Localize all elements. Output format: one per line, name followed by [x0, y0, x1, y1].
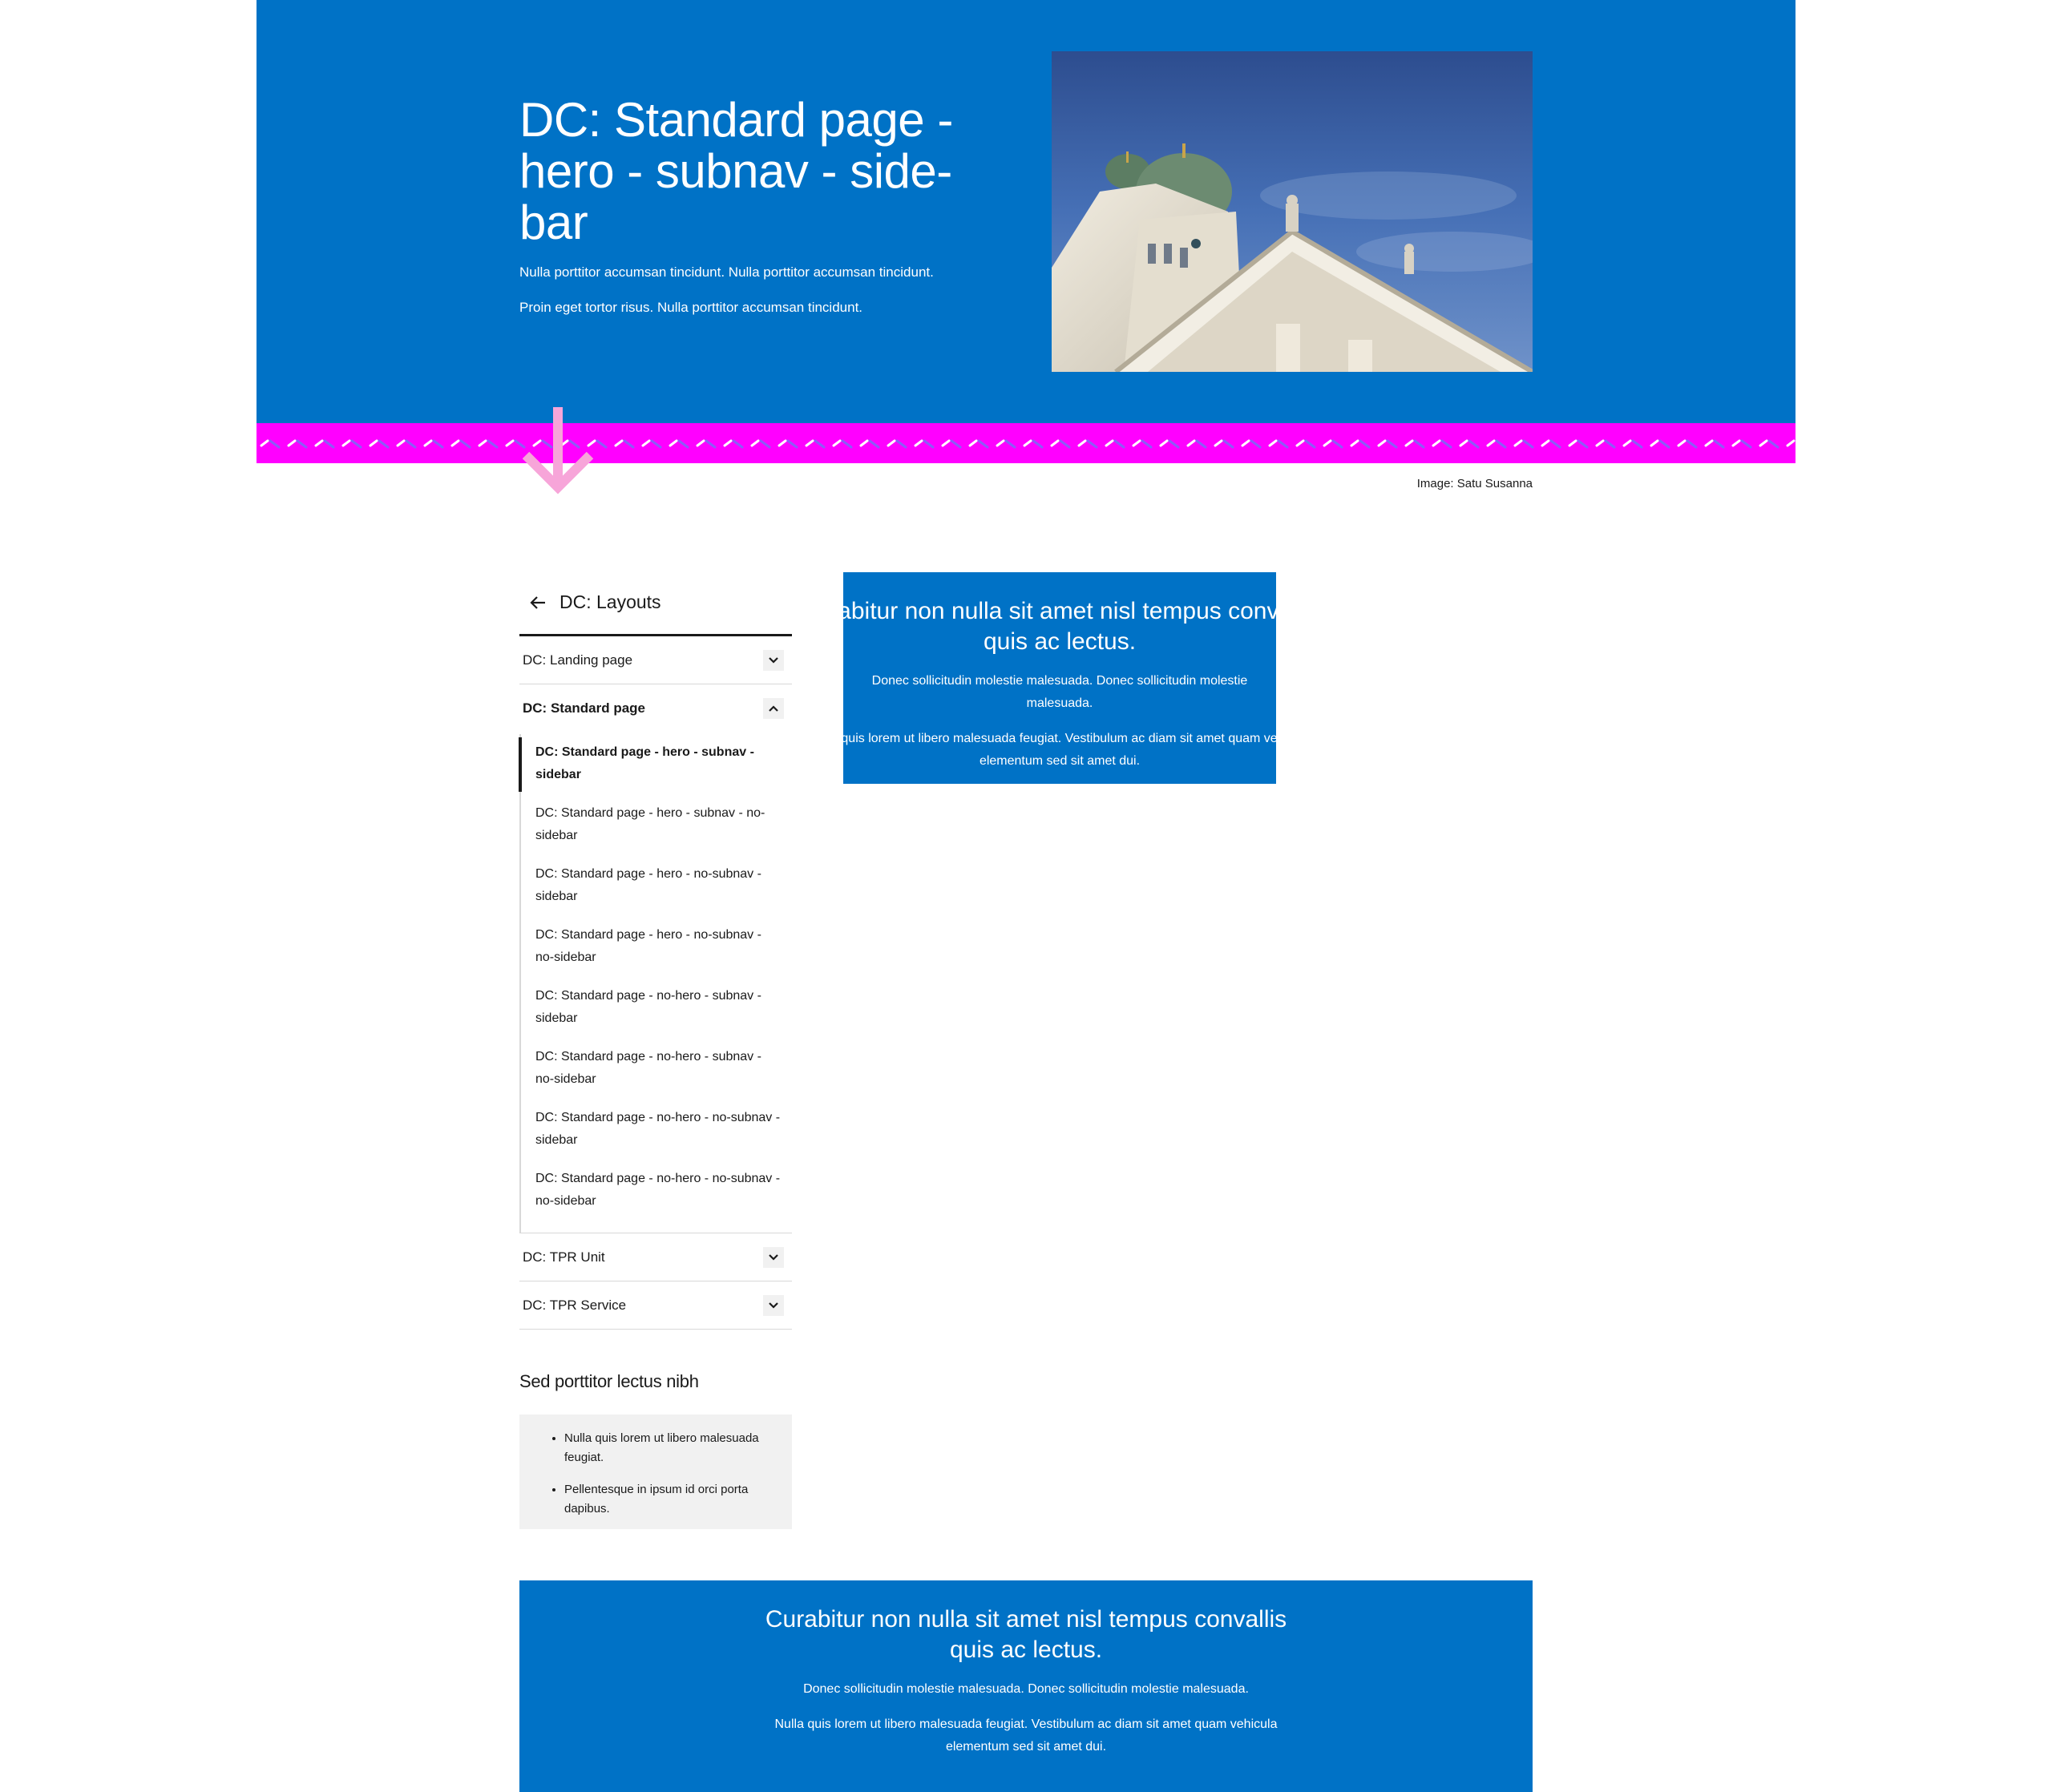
- list-item: Nulla quis lorem ut libero malesuada feu…: [564, 1429, 776, 1467]
- sidenav-item-standard-page[interactable]: DC: Standard page: [519, 684, 792, 733]
- cathedral-photo: [1052, 51, 1533, 372]
- sidebar-content-box: Nulla quis lorem ut libero malesuada feu…: [519, 1415, 792, 1529]
- banner-main: Curabitur non nulla sit amet nisl tempus…: [799, 572, 1320, 784]
- banner-title: Curabitur non nulla sit amet nisl tempus…: [798, 598, 1321, 655]
- sidenav-item-label: DC: TPR Service: [523, 1297, 627, 1313]
- sidenav-item-landing-page[interactable]: DC: Landing page: [519, 636, 792, 684]
- sidenav-subitem[interactable]: DC: Standard page - no-hero - subnav - n…: [521, 1039, 792, 1100]
- image-credit: Image: Satu Susanna: [1416, 477, 1533, 490]
- hero-paragraph: Proin eget tortor risus. Nulla porttitor…: [519, 300, 863, 315]
- arrow-down-icon: [522, 407, 594, 494]
- sidenav-subitem[interactable]: DC: Standard page - no-hero - no-subnav …: [521, 1160, 792, 1221]
- sidenav-item-tpr-service[interactable]: DC: TPR Service: [519, 1281, 792, 1330]
- sidebar-title: Sed porttitor lectus nibh: [519, 1371, 699, 1391]
- sidebar-list: Nulla quis lorem ut libero malesuada feu…: [535, 1429, 776, 1519]
- sidenav-back-label: DC: Layouts: [559, 591, 661, 612]
- sidenav-subitem[interactable]: DC: Standard page - hero - no-subnav - s…: [521, 856, 792, 917]
- chevron-up-icon[interactable]: [763, 698, 784, 719]
- sidenav-subitem[interactable]: DC: Standard page - hero - subnav - no-s…: [521, 795, 792, 856]
- sidenav-subitem[interactable]: DC: Standard page - no-hero - no-subnav …: [521, 1100, 792, 1160]
- sidenav-subitem-active[interactable]: DC: Standard page - hero - subnav - side…: [519, 734, 792, 795]
- page-title: DC: Standard page - hero - subnav - side…: [519, 93, 953, 249]
- chevron-down-icon[interactable]: [763, 649, 784, 671]
- arrow-left-icon: [530, 595, 545, 609]
- sidenav-item-label: DC: Landing page: [523, 652, 633, 668]
- side-navigation: DC: Layouts DC: Landing page DC: Standar…: [519, 571, 792, 1330]
- chevron-down-icon[interactable]: [763, 1246, 784, 1268]
- hero: DC: Standard page - hero - subnav - side…: [256, 0, 1796, 425]
- banner-paragraph: Donec sollicitudin molestie malesuada. D…: [871, 674, 1248, 710]
- banner-bottom: Curabitur non nulla sit amet nisl tempus…: [519, 1580, 1533, 1792]
- hero-text: DC: Standard page - hero - subnav - side…: [519, 95, 984, 317]
- koros-wave-divider: [256, 423, 1796, 463]
- sidenav-subitems: DC: Standard page - hero - subnav - side…: [519, 734, 792, 1233]
- sidenav-subitem[interactable]: DC: Standard page - no-hero - subnav - s…: [521, 978, 792, 1039]
- banner-paragraph: Nulla quis lorem ut libero malesuada feu…: [808, 732, 1311, 768]
- sidenav-back-link[interactable]: DC: Layouts: [519, 571, 792, 636]
- hero-paragraph: Nulla porttitor accumsan tincidunt. Null…: [519, 264, 934, 280]
- sidenav-item-label: DC: Standard page: [523, 700, 646, 716]
- chevron-down-icon[interactable]: [763, 1294, 784, 1316]
- banner-paragraph: Nulla quis lorem ut libero malesuada feu…: [774, 1717, 1278, 1754]
- sidenav-item-tpr-unit[interactable]: DC: TPR Unit: [519, 1233, 792, 1281]
- sidenav-subitem[interactable]: DC: Standard page - hero - no-subnav - n…: [521, 917, 792, 978]
- hero-image: [1052, 51, 1533, 372]
- banner-paragraph: Donec sollicitudin molestie malesuada. D…: [803, 1682, 1249, 1696]
- hero-description: Nulla porttitor accumsan tincidunt. Null…: [519, 263, 984, 317]
- list-item: Pellentesque in ipsum id orci porta dapi…: [564, 1480, 776, 1519]
- banner-title: Curabitur non nulla sit amet nisl tempus…: [765, 1606, 1287, 1663]
- sidenav-item-label: DC: TPR Unit: [523, 1249, 605, 1265]
